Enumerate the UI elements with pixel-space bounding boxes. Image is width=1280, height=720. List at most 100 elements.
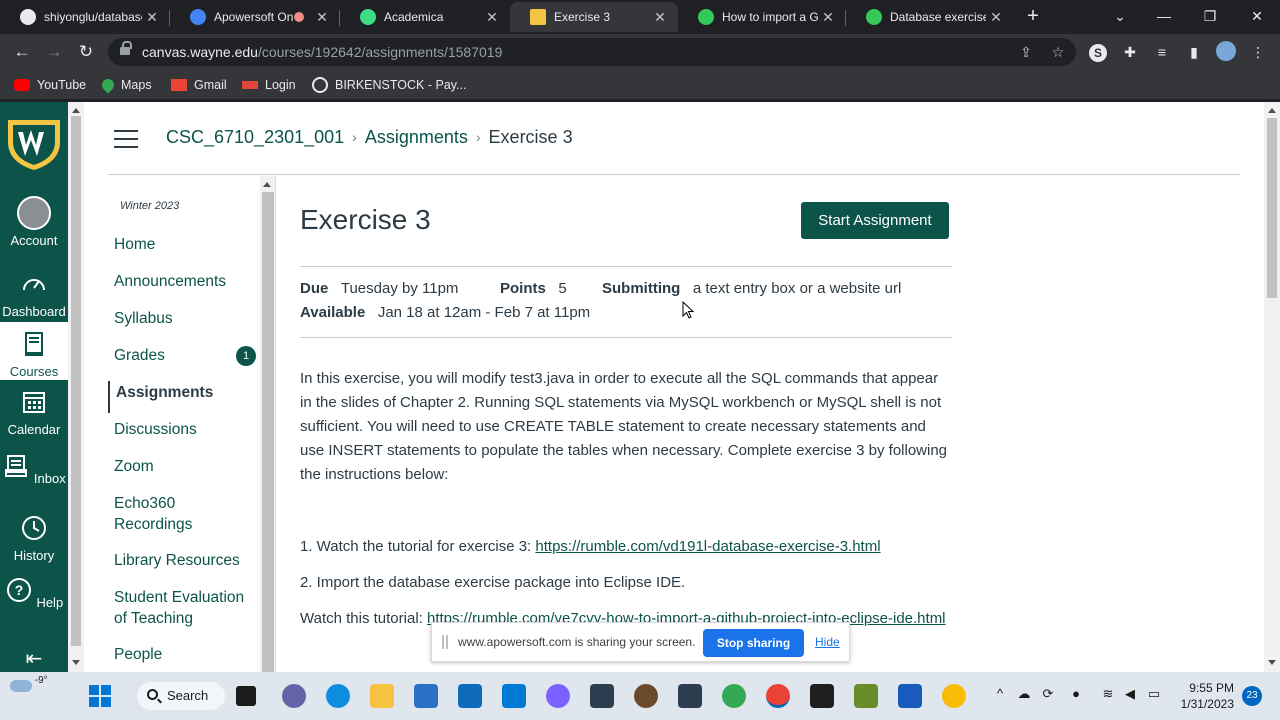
media-controls-icon[interactable]: ≡ bbox=[1151, 41, 1173, 63]
course-nav-grades[interactable]: Grades bbox=[114, 345, 165, 366]
close-tab-icon[interactable]: ✕ bbox=[818, 9, 838, 26]
edge-icon[interactable] bbox=[326, 684, 350, 708]
browser-tab[interactable]: Database exercise ✕ bbox=[846, 2, 1014, 32]
start-assignment-button[interactable]: Start Assignment bbox=[801, 202, 949, 239]
course-nav-echo360[interactable]: Echo360 Recordings bbox=[114, 493, 254, 535]
course-nav-discussions[interactable]: Discussions bbox=[114, 419, 197, 440]
breadcrumb-course[interactable]: CSC_6710_2301_001 bbox=[166, 127, 344, 147]
available-value: Jan 18 at 12am - Feb 7 at 11pm bbox=[377, 304, 591, 321]
course-nav-student-evaluation[interactable]: Student Evaluation of Teaching bbox=[114, 587, 254, 629]
chrome-icon[interactable] bbox=[942, 684, 966, 708]
restore-button[interactable]: ❐ bbox=[1187, 0, 1233, 32]
bookmark-youtube[interactable]: YouTube bbox=[14, 76, 86, 94]
new-tab-button[interactable]: + bbox=[1023, 4, 1043, 28]
course-nav-assignments[interactable]: Assignments bbox=[108, 381, 213, 413]
extension-s-icon[interactable]: S bbox=[1087, 41, 1109, 63]
tray-overflow-icon[interactable]: ^ bbox=[991, 686, 1009, 701]
github-icon bbox=[20, 9, 36, 25]
profile-avatar-icon[interactable] bbox=[1215, 41, 1237, 63]
nav-courses[interactable]: Courses bbox=[0, 322, 68, 380]
page-scrollbar[interactable] bbox=[1264, 102, 1280, 672]
app-icon[interactable] bbox=[634, 684, 658, 708]
stop-sharing-button[interactable]: Stop sharing bbox=[703, 629, 804, 657]
wayne-state-logo[interactable] bbox=[4, 116, 64, 172]
course-nav-inner-scrollbar[interactable] bbox=[260, 176, 276, 672]
drag-handle-icon[interactable] bbox=[442, 635, 448, 649]
extensions-puzzle-icon[interactable]: ✚ bbox=[1119, 41, 1141, 63]
course-nav-people[interactable]: People bbox=[114, 644, 162, 665]
course-nav-zoom[interactable]: Zoom bbox=[114, 456, 154, 477]
close-tab-icon[interactable]: ✕ bbox=[312, 9, 332, 26]
minimize-button[interactable]: — bbox=[1141, 0, 1187, 32]
menu-toggle-icon[interactable] bbox=[114, 130, 138, 148]
url-text[interactable]: canvas.wayne.edu/courses/192642/assignme… bbox=[142, 44, 502, 60]
bookmark-login[interactable]: Login bbox=[242, 76, 296, 94]
copilot-icon[interactable] bbox=[546, 684, 570, 708]
notification-count-badge[interactable]: 23 bbox=[1242, 686, 1262, 706]
browser-tab[interactable]: Academica ✕ bbox=[340, 2, 510, 32]
browser-tab[interactable]: shiyonglu/database ✕ bbox=[0, 2, 170, 32]
tutorial-link-1[interactable]: https://rumble.com/vd191l-database-exerc… bbox=[535, 538, 880, 555]
forward-icon[interactable]: → bbox=[42, 40, 66, 64]
nav-calendar[interactable]: Calendar bbox=[0, 388, 68, 437]
chrome-icon[interactable] bbox=[722, 684, 746, 708]
close-window-button[interactable]: ✕ bbox=[1234, 0, 1280, 32]
close-tab-icon[interactable]: ✕ bbox=[142, 9, 162, 26]
app-icon[interactable] bbox=[854, 684, 878, 708]
chrome-active-icon[interactable] bbox=[766, 684, 790, 708]
address-bar[interactable]: canvas.wayne.edu/courses/192642/assignme… bbox=[108, 38, 1076, 66]
word-icon[interactable] bbox=[898, 684, 922, 708]
course-nav-scrollbar[interactable] bbox=[68, 102, 84, 672]
nav-history[interactable]: History bbox=[0, 514, 68, 563]
mail-icon[interactable] bbox=[458, 684, 482, 708]
weather-widget[interactable]: -9° bbox=[10, 675, 48, 692]
history-clock-icon bbox=[22, 516, 46, 540]
course-nav-announcements[interactable]: Announcements bbox=[114, 271, 226, 292]
microsoft-store-icon[interactable] bbox=[414, 684, 438, 708]
course-nav-library[interactable]: Library Resources bbox=[114, 550, 240, 571]
mysql-workbench-icon[interactable] bbox=[678, 684, 702, 708]
sync-icon[interactable]: ⟳ bbox=[1039, 686, 1057, 702]
collapse-nav-icon[interactable]: ⇤ bbox=[0, 646, 68, 670]
task-view-icon[interactable] bbox=[236, 686, 256, 706]
taskbar-clock[interactable]: 9:55 PM 1/31/2023 bbox=[1178, 680, 1234, 712]
file-explorer-icon[interactable] bbox=[370, 684, 394, 708]
breadcrumb-assignments[interactable]: Assignments bbox=[365, 127, 468, 147]
hide-banner-link[interactable]: Hide bbox=[815, 635, 840, 649]
svg-text:?: ? bbox=[15, 582, 24, 598]
nav-account[interactable]: Account bbox=[0, 196, 68, 254]
teams-chat-icon[interactable] bbox=[282, 684, 306, 708]
battery-icon[interactable]: ▭ bbox=[1145, 686, 1163, 702]
more-menu-icon[interactable]: ⋮ bbox=[1247, 41, 1269, 63]
wifi-icon[interactable]: ≋ bbox=[1099, 686, 1117, 702]
app-icon[interactable] bbox=[502, 684, 526, 708]
browser-tab[interactable]: Apowersoft On ✕ bbox=[170, 2, 340, 32]
bookmark-star-icon[interactable]: ☆ bbox=[1048, 42, 1068, 62]
close-tab-icon[interactable]: ✕ bbox=[986, 9, 1006, 26]
nav-inbox[interactable]: Inbox bbox=[0, 452, 68, 500]
volume-icon[interactable]: ◀ bbox=[1121, 686, 1139, 702]
back-icon[interactable]: ← bbox=[10, 40, 34, 64]
windows-start-icon[interactable] bbox=[88, 684, 112, 708]
taskbar-search[interactable]: Search bbox=[137, 682, 225, 710]
browser-tab[interactable]: How to import a Gi ✕ bbox=[678, 2, 846, 32]
side-panel-icon[interactable]: ▮ bbox=[1183, 41, 1205, 63]
nav-help[interactable]: ? Help bbox=[0, 576, 68, 624]
onedrive-icon[interactable]: ☁ bbox=[1015, 686, 1033, 702]
share-icon[interactable]: ⇪ bbox=[1016, 42, 1036, 62]
microphone-icon[interactable]: ● bbox=[1067, 686, 1085, 701]
bookmark-gmail[interactable]: Gmail bbox=[171, 76, 227, 94]
bookmark-birkenstock[interactable]: BIRKENSTOCK - Pay... bbox=[312, 76, 467, 94]
tab-search-icon[interactable]: ⌄ bbox=[1097, 0, 1143, 32]
terminal-icon[interactable] bbox=[810, 684, 834, 708]
course-nav-syllabus[interactable]: Syllabus bbox=[114, 308, 173, 329]
browser-tab-active[interactable]: Exercise 3 ✕ bbox=[510, 2, 678, 32]
mysql-workbench-icon[interactable] bbox=[590, 684, 614, 708]
bookmark-maps[interactable]: Maps bbox=[99, 76, 152, 94]
nav-dashboard[interactable]: Dashboard bbox=[0, 270, 68, 319]
close-tab-icon[interactable]: ✕ bbox=[482, 9, 502, 26]
close-tab-icon[interactable]: ✕ bbox=[650, 9, 670, 26]
course-nav-home[interactable]: Home bbox=[114, 234, 155, 255]
reload-icon[interactable]: ↻ bbox=[74, 40, 98, 64]
bookmark-label: Gmail bbox=[194, 78, 227, 92]
